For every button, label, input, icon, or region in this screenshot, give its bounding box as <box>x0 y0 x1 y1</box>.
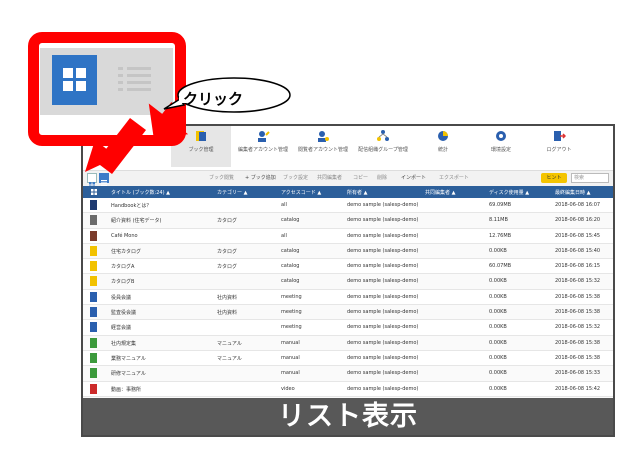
pointer-arrow-icon <box>85 102 189 174</box>
callout-label: クリック <box>183 90 244 108</box>
